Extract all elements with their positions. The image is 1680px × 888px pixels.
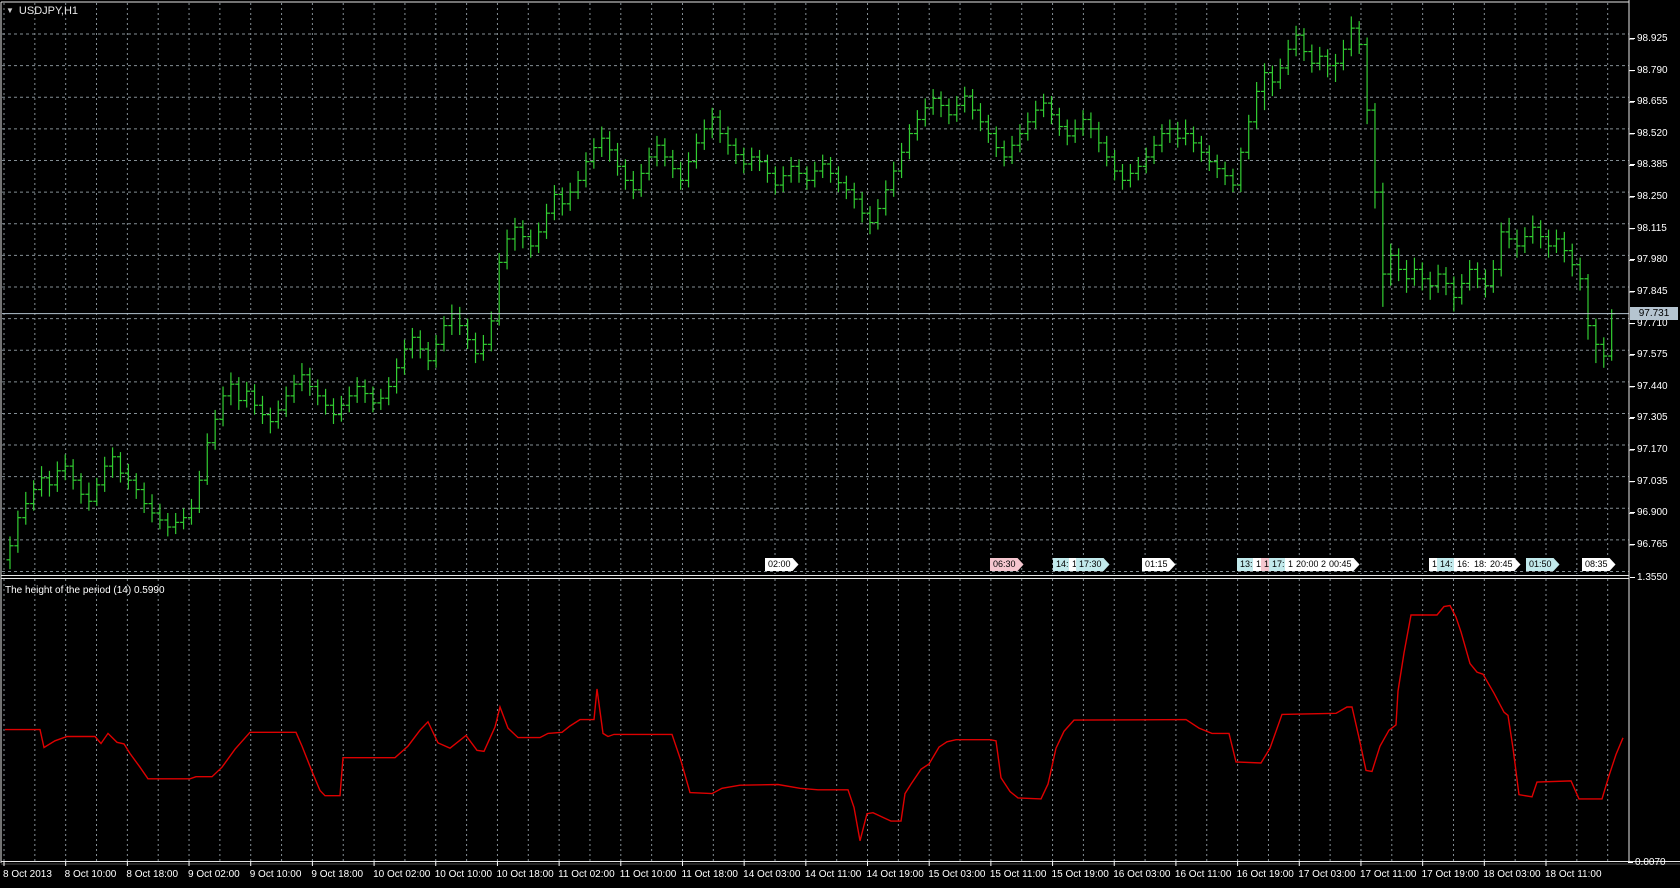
time-tick-label: 15 Oct 19:00	[1051, 869, 1109, 880]
price-tick-label: 98.655	[1630, 96, 1668, 108]
time-tick-label: 9 Oct 02:00	[188, 869, 240, 880]
time-tick-label: 17 Oct 19:00	[1421, 869, 1479, 880]
price-tick-label: 98.250	[1630, 191, 1668, 203]
indicator-scale-max: 1.3550	[1630, 572, 1668, 583]
time-tick-label: 10 Oct 10:00	[434, 869, 493, 880]
price-tick-label: 96.900	[1630, 507, 1668, 519]
time-tick-label: 16 Oct 11:00	[1174, 869, 1232, 880]
time-tick-label: 17 Oct 03:00	[1298, 869, 1356, 880]
time-tick-label: 14 Oct 03:00	[743, 869, 801, 880]
time-tick-label: 8 Oct 2013	[3, 869, 52, 880]
event-time-tag[interactable]: 06:30	[990, 558, 1024, 571]
time-tick-label: 9 Oct 10:00	[249, 869, 302, 880]
price-tick-label: 98.925	[1630, 33, 1668, 44]
event-time-tag[interactable]: 00:45	[1326, 558, 1360, 571]
indicator-title: The height of the period (14) 0.5990	[5, 585, 165, 596]
time-tick-label: 8 Oct 10:00	[64, 869, 117, 880]
price-tick-label: 98.790	[1630, 64, 1668, 76]
price-tick-label: 97.170	[1630, 444, 1668, 456]
time-tick-label: 16 Oct 19:00	[1236, 869, 1294, 880]
time-tick-label: 11 Oct 02:00	[558, 869, 615, 880]
indicator-scale-min: 0.0070	[1628, 857, 1666, 868]
event-time-tag[interactable]: 17:30	[1076, 558, 1110, 571]
event-time-tag[interactable]: 08:35	[1582, 558, 1616, 571]
price-tick-label: 98.520	[1630, 127, 1668, 139]
event-time-tag[interactable]: 02:00	[765, 558, 799, 571]
price-tick-label: 97.575	[1630, 349, 1668, 361]
price-tick-label: 97.305	[1630, 412, 1668, 424]
event-time-tag[interactable]: 20:45	[1487, 558, 1521, 571]
event-time-tag[interactable]: 01:15	[1142, 558, 1176, 571]
price-tick-label: 97.035	[1630, 475, 1668, 487]
price-tick-label: 97.845	[1630, 285, 1668, 297]
symbol-title-text: USDJPY,H1	[18, 5, 79, 17]
time-tick-label: 15 Oct 03:00	[928, 869, 986, 880]
chart-canvas[interactable]	[0, 0, 1680, 888]
dropdown-triangle-icon: ▼	[6, 6, 14, 15]
price-tick-label: 98.385	[1630, 159, 1668, 171]
time-tick-label: 16 Oct 03:00	[1113, 869, 1171, 880]
price-tick-label: 98.115	[1630, 222, 1667, 234]
price-tick-label: 97.440	[1630, 380, 1668, 392]
current-price-tag: 97.731	[1630, 307, 1678, 320]
time-tick-label: 18 Oct 11:00	[1545, 869, 1602, 880]
time-tick-label: 14 Oct 19:00	[866, 869, 924, 880]
time-tick-label: 15 Oct 11:00	[989, 869, 1047, 880]
price-tick-label: 97.980	[1630, 254, 1668, 266]
time-tick-label: 11 Oct 18:00	[681, 869, 738, 880]
time-tick-label: 14 Oct 11:00	[804, 869, 862, 880]
time-tick-label: 18 Oct 03:00	[1483, 869, 1541, 880]
event-time-tag[interactable]: 01:50	[1526, 558, 1560, 571]
time-tick-label: 17 Oct 11:00	[1359, 869, 1417, 880]
symbol-title[interactable]: ▼ USDJPY,H1	[6, 5, 78, 17]
time-tick-label: 10 Oct 18:00	[496, 869, 554, 880]
time-tick-label: 9 Oct 18:00	[311, 869, 364, 880]
time-tick-label: 10 Oct 02:00	[373, 869, 431, 880]
mt4-chart-window: ▼ USDJPY,H1 The height of the period (14)…	[0, 0, 1680, 888]
time-tick-label: 8 Oct 18:00	[126, 869, 179, 880]
time-tick-label: 11 Oct 10:00	[619, 869, 677, 880]
price-tick-label: 96.765	[1630, 538, 1668, 550]
